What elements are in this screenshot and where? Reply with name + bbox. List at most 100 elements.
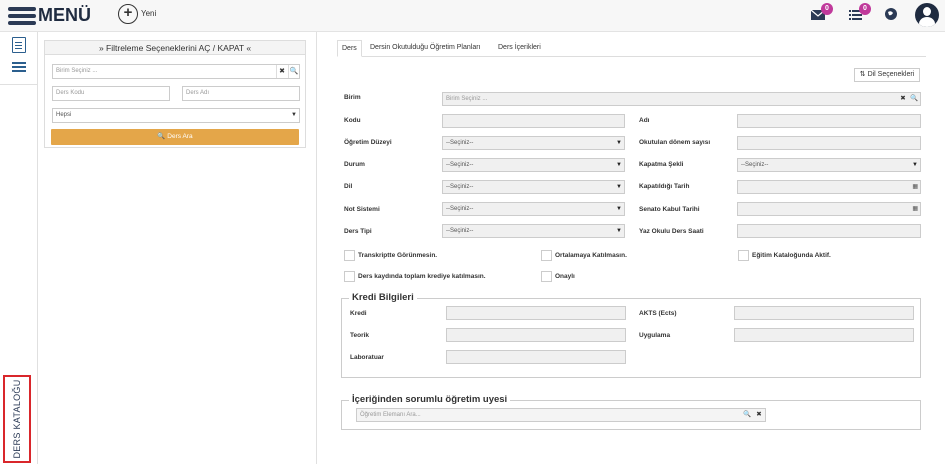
onayli-checkbox[interactable] (541, 271, 552, 282)
uygulama-input[interactable] (734, 328, 914, 342)
kredi-input[interactable] (446, 306, 626, 320)
ders-kaydi-label: Ders kaydında toplam krediye katılmasın. (358, 273, 486, 280)
document-icon[interactable] (12, 37, 26, 53)
tab-ogretim-planlari[interactable]: Dersin Okutulduğu Öğretim Planları (366, 40, 485, 57)
new-plus-icon[interactable]: + (118, 4, 138, 24)
tab-ders[interactable]: Ders (337, 40, 362, 57)
akts-label: AKTS (Ects) (639, 310, 677, 317)
ogretim-duzeyi-value: --Seçiniz-- (446, 140, 474, 146)
ortalama-label: Ortalamaya Katılmasın. (555, 252, 627, 259)
chevron-down-icon: ▼ (616, 162, 622, 168)
durum-label: Durum (344, 161, 365, 168)
course-search-button[interactable]: 🔍 Ders Ara (51, 129, 299, 145)
laboratuar-input[interactable] (446, 350, 626, 364)
kredi-legend: Kredi Bilgileri (349, 292, 417, 303)
kapatma-sekli-label: Kapatma Şekli (639, 161, 684, 168)
language-button-label: Dil Seçenekleri (867, 71, 915, 78)
kredi-label: Kredi (350, 310, 367, 317)
ortalama-checkbox[interactable] (541, 250, 552, 261)
ders-tipi-select[interactable]: --Seçiniz-- ▼ (442, 224, 625, 238)
mail-icon[interactable]: 0 (810, 3, 833, 25)
user-avatar[interactable] (915, 3, 939, 27)
sorumlu-legend: İçeriğinden sorumlu öğretim uyesi (349, 394, 511, 405)
chevron-down-icon: ▼ (291, 112, 297, 118)
clear-icon[interactable]: ✖ (276, 65, 287, 78)
vertical-tab-label: DERS KATALOĞU (12, 379, 22, 459)
search-icon[interactable]: 🔍 (909, 93, 919, 105)
kapatildigi-tarih-input[interactable]: ▦ (737, 180, 921, 194)
search-icon[interactable]: 🔍 (288, 65, 299, 78)
ders-tipi-value: --Seçiniz-- (446, 228, 474, 234)
not-sistemi-label: Not Sistemi (344, 206, 380, 213)
laboratuar-label: Laboratuar (350, 354, 384, 361)
left-rail: DERS KATALOĞU (0, 32, 38, 464)
list-icon[interactable] (12, 62, 26, 74)
chevron-down-icon: ▼ (616, 184, 622, 190)
ogretim-duzeyi-select[interactable]: --Seçiniz-- ▼ (442, 136, 625, 150)
birim-placeholder: Birim Seçiniz ... (446, 96, 488, 102)
status-selected: Hepsi (56, 112, 72, 118)
senato-kabul-label: Senato Kabul Tarihi (639, 206, 700, 213)
filter-toggle[interactable]: » Filtreleme Seçeneklerini AÇ / KAPAT « (45, 41, 305, 55)
transkript-checkbox[interactable] (344, 250, 355, 261)
senato-kabul-input[interactable]: ▦ (737, 202, 921, 216)
status-select[interactable]: Hepsi ▼ (52, 108, 300, 123)
kapatildigi-tarih-label: Kapatıldığı Tarih (639, 183, 690, 190)
teorik-input[interactable] (446, 328, 626, 342)
kapatma-sekli-value: --Seçiniz-- (741, 162, 769, 168)
yaz-okulu-input[interactable] (737, 224, 921, 238)
dil-label: Dil (344, 183, 353, 190)
clear-icon[interactable]: ✖ (754, 409, 764, 421)
course-code-input[interactable]: Ders Kodu (52, 86, 170, 101)
dil-select[interactable]: --Seçiniz-- ▼ (442, 180, 625, 194)
not-sistemi-value: --Seçiniz-- (446, 206, 474, 212)
unit-input[interactable]: Birim Seçiniz ... ✖ 🔍 (52, 64, 300, 79)
clear-icon[interactable]: ✖ (898, 93, 908, 105)
rail-divider (0, 84, 38, 85)
hamburger-menu-icon[interactable] (8, 7, 36, 25)
adi-input[interactable] (737, 114, 921, 128)
mail-badge: 0 (821, 3, 833, 15)
tab-ders-icerikleri[interactable]: Ders İçerikleri (494, 40, 545, 57)
transkript-label: Transkriptte Görünmesin. (358, 252, 438, 259)
menu-title[interactable]: MENÜ (38, 5, 91, 26)
durum-select[interactable]: --Seçiniz-- ▼ (442, 158, 625, 172)
task-badge: 0 (859, 3, 871, 15)
calendar-icon[interactable]: ▦ (912, 203, 918, 215)
top-bar: MENÜ + Yeni 0 0 (0, 0, 945, 32)
egitim-katalog-checkbox[interactable] (738, 250, 749, 261)
instructor-search-input[interactable]: Öğretim Elemanı Ara... 🔍 ✖ (356, 408, 766, 422)
calendar-icon[interactable]: ▦ (912, 181, 918, 193)
adi-label: Adı (639, 117, 650, 124)
yaz-okulu-label: Yaz Okulu Ders Saati (639, 228, 704, 235)
new-label[interactable]: Yeni (141, 9, 156, 18)
instructor-placeholder: Öğretim Elemanı Ara... (360, 412, 421, 418)
kodu-input[interactable] (442, 114, 625, 128)
language-options-button[interactable]: ⇅ Dil Seçenekleri (854, 68, 920, 82)
birim-input[interactable]: Birim Seçiniz ... ✖ 🔍 (442, 92, 921, 106)
search-icon: 🔍 (157, 133, 166, 140)
ogretim-duzeyi-label: Öğretim Düzeyi (344, 139, 392, 146)
ders-kaydi-checkbox[interactable] (344, 271, 355, 282)
chevron-down-icon: ▼ (616, 206, 622, 212)
akts-input[interactable] (734, 306, 914, 320)
main-content: Ders Dersin Okutulduğu Öğretim Planları … (320, 32, 945, 464)
globe-icon[interactable] (884, 7, 904, 25)
vertical-tab-ders-katalogu[interactable]: DERS KATALOĞU (3, 375, 31, 463)
birim-label: Birim (344, 94, 361, 101)
okutulan-donem-input[interactable] (737, 136, 921, 150)
search-icon[interactable]: 🔍 (742, 409, 752, 421)
ders-tipi-label: Ders Tipi (344, 228, 372, 235)
chevron-down-icon: ▼ (616, 140, 622, 146)
dil-value: --Seçiniz-- (446, 184, 474, 190)
unit-placeholder: Birim Seçiniz ... (56, 68, 98, 74)
course-name-input[interactable]: Ders Adı (182, 86, 300, 101)
durum-value: --Seçiniz-- (446, 162, 474, 168)
okutulan-donem-label: Okutulan dönem sayısı (639, 139, 711, 146)
not-sistemi-select[interactable]: --Seçiniz-- ▼ (442, 202, 625, 216)
kapatma-sekli-select[interactable]: --Seçiniz-- ▼ (737, 158, 921, 172)
teorik-label: Teorik (350, 332, 370, 339)
task-list-icon[interactable]: 0 (848, 3, 871, 25)
chevron-down-icon: ▼ (616, 228, 622, 234)
onayli-label: Onaylı (555, 273, 575, 280)
